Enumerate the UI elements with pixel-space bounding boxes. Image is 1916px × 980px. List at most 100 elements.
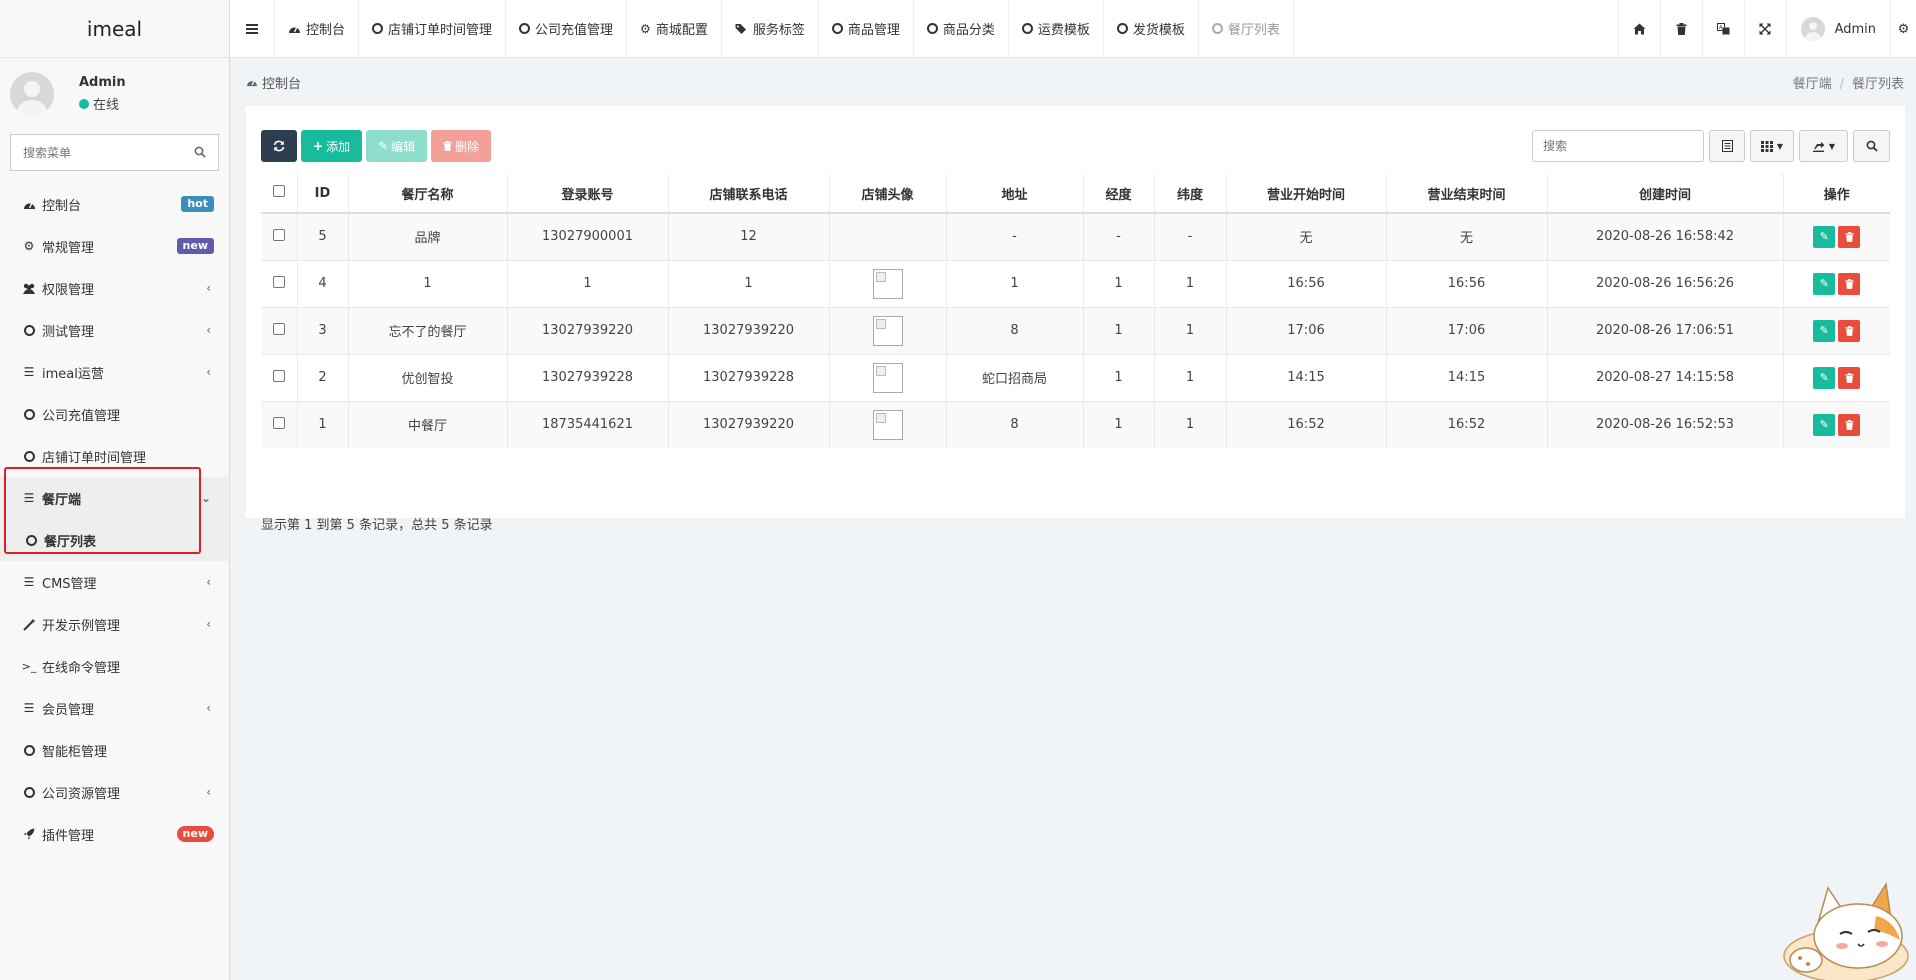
row-edit-button[interactable]: ✎ [1813,272,1836,295]
sidebar-item-restaurant[interactable]: ☰ 餐厅端 ⌄ [0,477,229,519]
column-header[interactable]: 营业开始时间 [1226,174,1387,214]
tab-goods[interactable]: 商品管理 [819,0,914,57]
table-row[interactable]: 4 1 1 1 1 1 1 16:56 16:56 2020-08-26 16:56:26 ✎ [261,259,1890,307]
row-delete-button[interactable] [1838,366,1861,389]
navbar-user-menu[interactable]: Admin [1785,0,1890,58]
advanced-search-button[interactable] [1853,130,1890,162]
row-edit-button[interactable]: ✎ [1813,413,1836,436]
sidebar-item-online-command[interactable]: >_ 在线命令管理 [0,645,229,687]
settings-button[interactable]: ⚙ [1890,0,1916,58]
sidebar-item-general[interactable]: ⚙ 常规管理 new [0,225,229,267]
column-header[interactable]: 餐厅名称 [348,174,508,214]
tab-shipping-template[interactable]: 发货模板 [1104,0,1199,57]
tab-service-tags[interactable]: 服务标签 [722,0,819,57]
circle-icon [831,23,843,34]
row-checkbox[interactable] [272,322,285,335]
sidebar-item-test[interactable]: 测试管理 ‹ [0,309,229,351]
row-edit-button[interactable]: ✎ [1813,319,1836,342]
tab-dashboard[interactable]: 控制台 [275,0,360,57]
row-edit-button[interactable]: ✎ [1813,366,1836,389]
sidebar-item-imeal-ops[interactable]: ☰ imeal运营 ‹ [0,351,229,393]
sidebar-item-cms[interactable]: ☰ CMS管理 ‹ [0,561,229,603]
circle-icon [519,23,531,34]
language-button[interactable]: A [1701,0,1744,58]
column-header[interactable]: 营业结束时间 [1386,174,1548,214]
table-row[interactable]: 5 品牌 13027900001 12- - - 无无 2020-08-26 16:58:42… [261,212,1890,260]
sidebar-item-permissions[interactable]: 权限管理 ‹ [0,267,229,309]
tab-restaurant-list[interactable]: 餐厅列表 [1199,0,1294,57]
sidebar-item-restaurant-list[interactable]: 餐厅列表 [0,519,229,561]
row-select-cell [261,400,298,448]
search-icon[interactable] [194,146,206,158]
sidebar-item-company-recharge[interactable]: 公司充值管理 [0,393,229,435]
column-header[interactable]: 纬度 [1154,174,1227,214]
cell-actions: ✎ [1783,259,1890,307]
sidebar-item-label: CMS管理 [42,576,97,592]
columns-dropdown-button[interactable]: ▼ [1750,130,1794,162]
row-select-cell [261,259,298,307]
list-icon: ☰ [23,575,35,589]
sidebar-toggle-button[interactable] [230,0,275,57]
tab-shop-order-time[interactable]: 店铺订单时间管理 [359,0,507,57]
row-checkbox[interactable] [272,275,285,288]
sidebar-item-shop-order-time[interactable]: 店铺订单时间管理 [0,435,229,477]
delete-button[interactable]: 删除 [431,130,492,162]
column-header[interactable]: 创建时间 [1547,174,1784,214]
row-delete-button[interactable] [1838,413,1861,436]
home-button[interactable] [1617,0,1660,58]
column-header[interactable]: 经度 [1083,174,1155,214]
column-header[interactable]: 地址 [946,174,1084,214]
broken-image-icon[interactable] [872,268,903,299]
tab-freight-template[interactable]: 运费模板 [1009,0,1104,57]
row-delete-button[interactable] [1838,319,1861,342]
sidebar-item-company-resources[interactable]: 公司资源管理 ‹ [0,771,229,813]
row-delete-button[interactable] [1838,225,1861,248]
row-checkbox[interactable] [272,228,285,241]
tab-company-recharge[interactable]: 公司充值管理 [506,0,628,57]
app-logo[interactable]: imeal [0,0,229,58]
sidebar-item-plugins[interactable]: 插件管理 new [0,813,229,855]
broken-image-icon[interactable] [872,362,903,393]
broken-image-icon[interactable] [872,409,903,440]
sidebar-item-dashboard[interactable]: 控制台 hot [0,183,229,225]
sidebar-item-label: imeal运营 [42,366,104,382]
cell-avatar [829,259,947,307]
tab-goods-category[interactable]: 商品分类 [914,0,1009,57]
refresh-button[interactable] [261,130,297,162]
chevron-left-icon: ‹ [206,365,211,379]
edit-button[interactable]: ✎ 编辑 [366,130,428,162]
select-all-checkbox[interactable] [272,185,285,197]
delete-button-label: 删除 [455,139,480,154]
home-icon [1633,23,1646,35]
breadcrumb-item[interactable]: 餐厅端 [1793,77,1832,92]
table-row[interactable]: 3 忘不了的餐厅 13027939220 13027939220 8 1 1 17:06 17:… [261,306,1890,354]
export-dropdown-button[interactable]: ▼ [1799,130,1848,162]
sidebar-item-smart-cabinet[interactable]: 智能柜管理 [0,729,229,771]
sidebar-item-members[interactable]: ☰ 会员管理 ‹ [0,687,229,729]
add-button[interactable]: + 添加 [301,130,363,162]
cell-start: 16:56 [1226,259,1387,307]
dashboard-icon [246,77,258,87]
row-checkbox[interactable] [272,369,285,382]
restaurant-table: ID 餐厅名称 登录账号 店铺联系电话 店铺头像 地址 经度 纬度 营业开始时间… [261,174,1890,448]
table-row[interactable]: 2 优创智投 13027939228 13027939228 蛇口招商局 1 1 14:15 1… [261,353,1890,401]
sidebar-item-dev-examples[interactable]: 开发示例管理 ‹ [0,603,229,645]
row-checkbox[interactable] [272,416,285,429]
tab-label: 商品分类 [942,23,995,38]
column-header[interactable]: 店铺联系电话 [668,174,830,214]
table-search-input[interactable] [1532,130,1704,162]
row-select-cell [261,212,298,260]
fullscreen-button[interactable] [1743,0,1786,58]
tab-mall-config[interactable]: ⚙ 商城配置 [627,0,722,57]
broken-image-icon[interactable] [872,315,903,346]
clear-cache-button[interactable] [1659,0,1702,58]
table-row[interactable]: 1 中餐厅 18735441621 13027939220 8 1 1 16:52 16:52 2… [261,400,1890,448]
column-header[interactable]: 店铺头像 [829,174,947,214]
row-edit-button[interactable]: ✎ [1813,225,1836,248]
menu-search-input[interactable] [23,145,193,160]
column-header[interactable]: ID [297,174,349,214]
row-delete-button[interactable] [1838,272,1861,295]
circle-icon [1211,23,1223,34]
column-header[interactable]: 登录账号 [507,174,669,214]
toggle-view-button[interactable] [1709,130,1745,162]
